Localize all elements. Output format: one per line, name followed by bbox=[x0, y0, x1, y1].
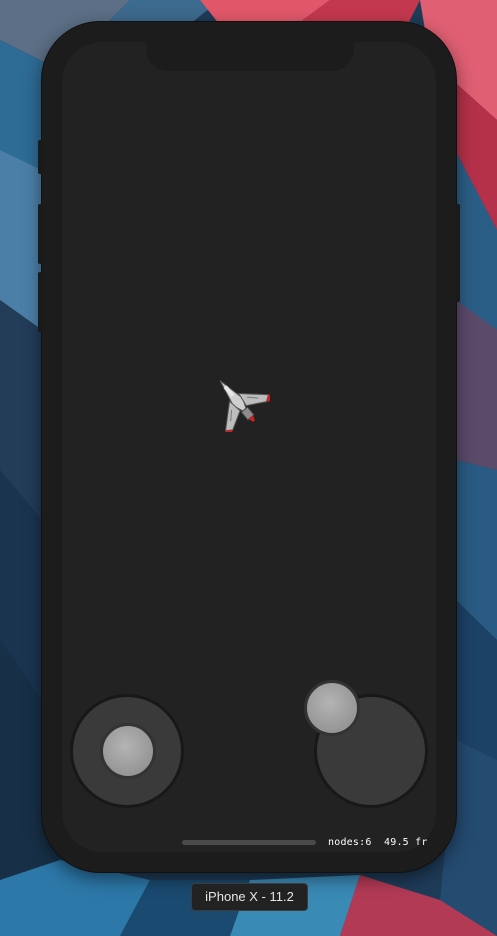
spaceship-sprite bbox=[219, 380, 270, 432]
right-joystick-knob[interactable] bbox=[304, 680, 360, 736]
left-joystick-knob[interactable] bbox=[100, 723, 156, 779]
power-button bbox=[455, 204, 460, 302]
simulator-device-label: iPhone X - 11.2 bbox=[191, 883, 308, 911]
debug-stats: nodes:6 49.5 fr bbox=[328, 837, 428, 848]
volume-down-button bbox=[38, 272, 43, 332]
volume-up-button bbox=[38, 204, 43, 264]
fps-readout: 49.5 fr bbox=[384, 837, 428, 848]
notch bbox=[146, 40, 354, 71]
mute-switch bbox=[38, 140, 43, 174]
node-count: nodes:6 bbox=[328, 837, 372, 848]
home-indicator[interactable] bbox=[182, 840, 316, 845]
